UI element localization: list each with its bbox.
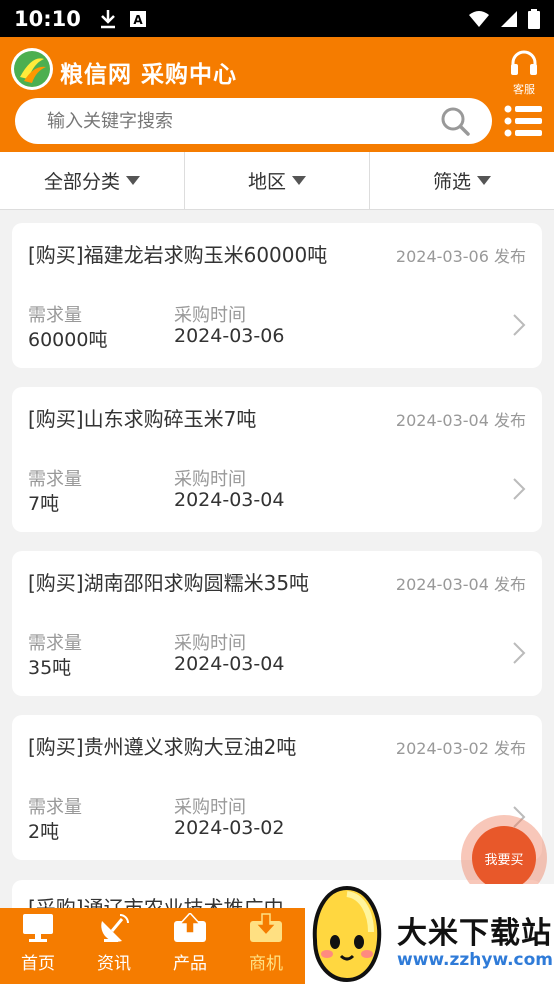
- app-header: 粮信网 采购中心 客服: [0, 37, 554, 152]
- caret-down-icon: [126, 176, 140, 185]
- search-icon[interactable]: [440, 106, 470, 136]
- watermark-brand: 大米下载站: [397, 916, 552, 951]
- quantity-value: 35吨: [28, 657, 72, 679]
- watermark-url: www.zzhyw.com: [397, 950, 554, 970]
- chevron-right-icon: [513, 314, 526, 336]
- wifi-icon: [469, 10, 489, 27]
- search-input[interactable]: [47, 108, 427, 134]
- download-icon: [100, 9, 115, 28]
- quantity-value: 2吨: [28, 821, 60, 843]
- purchase-time-value: 2024-03-04: [174, 489, 285, 511]
- listing-posted-date: 2024-03-06 发布: [395, 247, 526, 266]
- listing-posted-date: 2024-03-04 发布: [395, 575, 526, 594]
- purchase-time-label: 采购时间: [174, 633, 246, 654]
- purchase-time-value: 2024-03-04: [174, 653, 285, 675]
- status-bar: 10:10 A: [0, 0, 554, 37]
- purchase-time-label: 采购时间: [174, 469, 246, 490]
- listing-title: [购买]贵州遵义求购大豆油2吨: [28, 735, 297, 759]
- bottom-nav: 首页 资讯 产品 商机: [0, 908, 305, 984]
- app-title: 粮信网 采购中心: [60, 62, 238, 88]
- caret-down-icon: [292, 176, 306, 185]
- nav-home[interactable]: 首页: [0, 908, 76, 984]
- font-a-icon: A: [129, 10, 146, 27]
- list-menu-icon[interactable]: [504, 105, 542, 137]
- quantity-value: 60000吨: [28, 329, 108, 351]
- caret-down-icon: [477, 176, 491, 185]
- chevron-right-icon: [513, 478, 526, 500]
- listing-posted-date: 2024-03-04 发布: [395, 411, 526, 430]
- upload-box-icon: [174, 913, 206, 942]
- want-to-buy-button[interactable]: 我要买: [472, 826, 536, 890]
- quantity-label: 需求量: [28, 469, 82, 490]
- quantity-value: 7吨: [28, 493, 60, 515]
- filter-screen[interactable]: 筛选: [370, 152, 554, 209]
- customer-service-button[interactable]: 客服: [504, 49, 544, 96]
- listing-card[interactable]: [购买]贵州遵义求购大豆油2吨 2024-03-02 发布 需求量 2吨 采购时…: [12, 715, 542, 860]
- quantity-label: 需求量: [28, 633, 82, 654]
- filter-category-label: 全部分类: [43, 171, 120, 193]
- quantity-label: 需求量: [28, 305, 82, 326]
- search-box[interactable]: [15, 98, 492, 144]
- filter-region-label: 地区: [247, 171, 286, 193]
- listing-card[interactable]: [购买]湖南邵阳求购圆糯米35吨 2024-03-04 发布 需求量 35吨 采…: [12, 551, 542, 696]
- rice-mascot-icon: [312, 885, 382, 983]
- nav-products-label: 产品: [173, 954, 207, 974]
- purchase-time-label: 采购时间: [174, 797, 246, 818]
- listing-title: [购买]福建龙岩求购玉米60000吨: [28, 243, 328, 267]
- service-label: 客服: [513, 83, 535, 96]
- purchase-time-value: 2024-03-02: [174, 817, 285, 839]
- battery-icon: [528, 8, 540, 29]
- listing-title: [购买]湖南邵阳求购圆糯米35吨: [28, 571, 310, 595]
- quantity-label: 需求量: [28, 797, 82, 818]
- listing-card[interactable]: [购买]山东求购碎玉米7吨 2024-03-04 发布 需求量 7吨 采购时间 …: [12, 387, 542, 532]
- headset-icon: [511, 50, 537, 75]
- purchase-time-label: 采购时间: [174, 305, 246, 326]
- nav-products[interactable]: 产品: [152, 908, 228, 984]
- monitor-icon: [23, 914, 53, 942]
- nav-news-label: 资讯: [97, 954, 131, 974]
- filter-region[interactable]: 地区: [185, 152, 370, 209]
- filter-screen-label: 筛选: [432, 171, 471, 193]
- site-watermark: 大米下载站 www.zzhyw.com: [305, 884, 554, 984]
- nav-business[interactable]: 商机: [228, 908, 304, 984]
- nav-home-label: 首页: [21, 954, 55, 974]
- download-box-icon: [250, 913, 282, 942]
- grain-logo-icon: [11, 48, 53, 90]
- satellite-dish-icon: [101, 914, 129, 942]
- chevron-right-icon: [513, 642, 526, 664]
- nav-business-label: 商机: [249, 954, 283, 974]
- signal-icon: [501, 10, 517, 27]
- filter-bar: 全部分类 地区 筛选: [0, 152, 554, 210]
- listing-posted-date: 2024-03-02 发布: [395, 739, 526, 758]
- purchase-time-value: 2024-03-06: [174, 325, 285, 347]
- nav-news[interactable]: 资讯: [76, 908, 152, 984]
- filter-category[interactable]: 全部分类: [0, 152, 185, 209]
- listing-title: [购买]山东求购碎玉米7吨: [28, 407, 257, 431]
- svg-text:A: A: [133, 13, 143, 27]
- listing-card[interactable]: [购买]福建龙岩求购玉米60000吨 2024-03-06 发布 需求量 600…: [12, 223, 542, 368]
- status-time: 10:10: [14, 6, 81, 31]
